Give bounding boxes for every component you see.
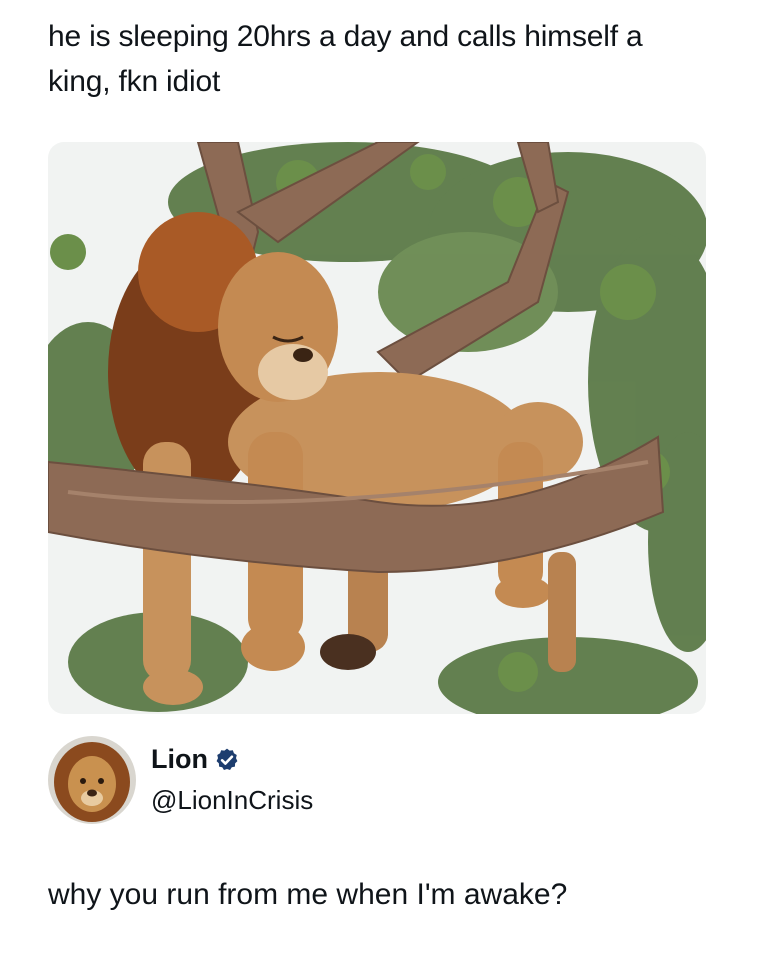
verified-badge-icon bbox=[214, 747, 240, 773]
reply-text: why you run from me when I'm awake? bbox=[48, 878, 568, 911]
user-handle[interactable]: @LionInCrisis bbox=[151, 785, 313, 816]
lion-in-tree-illustration bbox=[48, 142, 706, 714]
display-name[interactable]: Lion bbox=[151, 744, 208, 775]
post-photo[interactable] bbox=[48, 142, 706, 714]
lion-avatar-icon bbox=[48, 736, 136, 824]
author-header: Lion @LionInCrisis bbox=[48, 736, 708, 826]
name-row: Lion bbox=[151, 744, 240, 775]
avatar[interactable] bbox=[48, 736, 136, 824]
post-text: he is sleeping 20hrs a day and calls him… bbox=[48, 20, 643, 98]
